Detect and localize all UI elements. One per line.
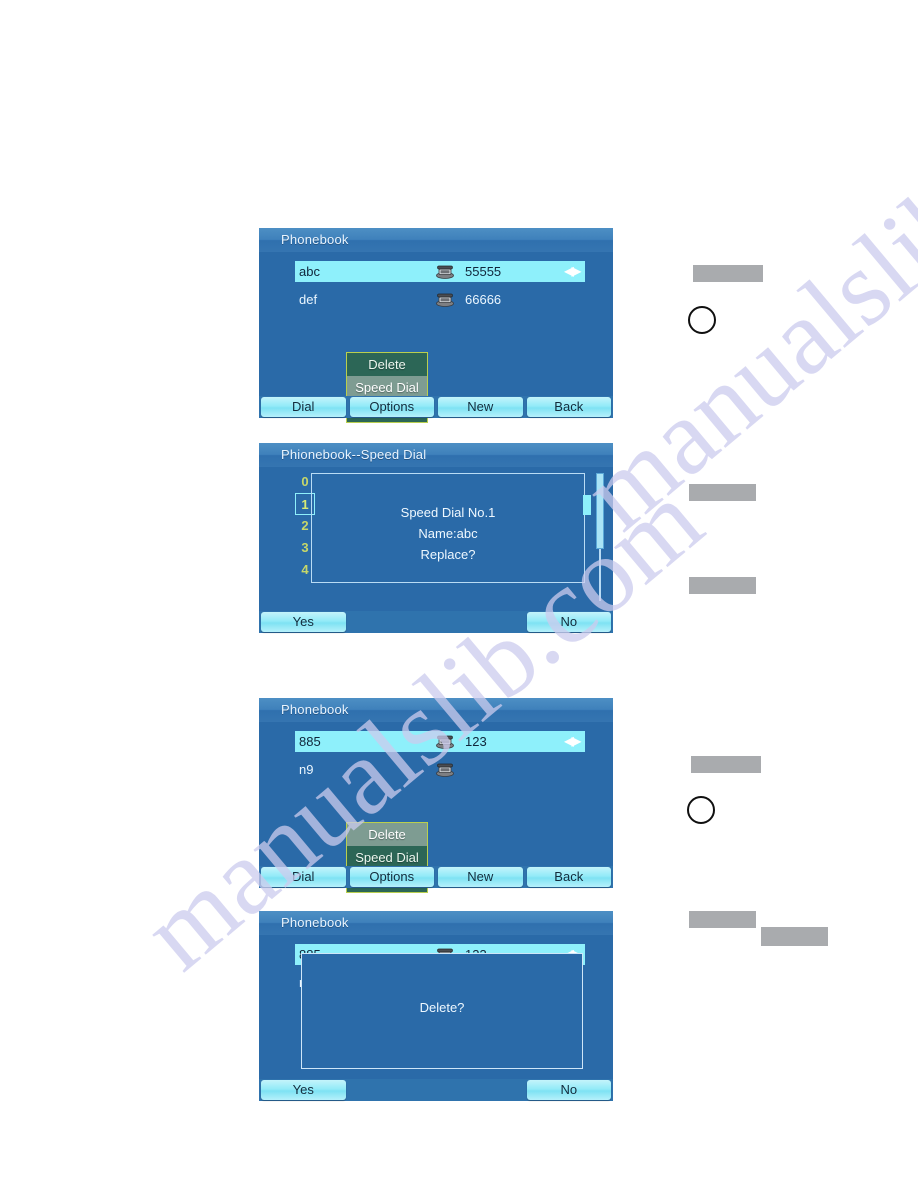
- softkey-dial[interactable]: Dial: [261, 867, 346, 887]
- scroll-position-marker: [583, 495, 591, 515]
- contact-row[interactable]: def 66666: [295, 289, 585, 310]
- phone-screen-phonebook-options-delete: Phonebook 885 123 ◀▶ n9 Delete Speed Dia…: [259, 698, 613, 893]
- speed-dial-dialog: Speed Dial No.1 Name:abc Replace?: [311, 473, 585, 583]
- softkey-options[interactable]: Options: [349, 397, 434, 417]
- softkey-empty: [350, 612, 435, 632]
- screen-title: Phionebook--Speed Dial: [259, 443, 613, 467]
- contact-number: 66666: [465, 292, 502, 307]
- telephone-icon: [435, 734, 455, 749]
- redaction-box-6: [761, 927, 828, 946]
- contact-row[interactable]: 885 123 ◀▶: [295, 731, 585, 752]
- options-item-delete[interactable]: Delete: [347, 353, 427, 376]
- circle-mark-2: [687, 796, 715, 824]
- screen-title: Phonebook: [259, 698, 613, 722]
- telephone-icon: [435, 292, 455, 307]
- softkey-back[interactable]: Back: [526, 397, 611, 417]
- screen-title: Phonebook: [259, 911, 613, 935]
- softkey-no[interactable]: No: [526, 612, 611, 632]
- telephone-icon: [435, 762, 455, 777]
- contact-name: def: [299, 292, 318, 307]
- contact-name: n9: [299, 762, 314, 777]
- redaction-box-1: [693, 265, 763, 282]
- softkey-bar: Yes No: [259, 1079, 613, 1101]
- softkey-yes[interactable]: Yes: [261, 1080, 346, 1100]
- dialog-line-2: Name:abc: [418, 526, 478, 541]
- contact-row[interactable]: abc 55555 ◀▶: [295, 261, 585, 282]
- scrollbar-thumb[interactable]: [596, 473, 604, 549]
- screen-title: Phonebook: [259, 228, 613, 252]
- contact-number: 123: [465, 734, 487, 749]
- phone-screen-delete-confirm: Phonebook 885 123 ◀▶ n9 Delete? Yes: [259, 911, 613, 1101]
- left-right-arrows-icon: ◀▶: [564, 734, 582, 748]
- contact-row[interactable]: n9: [295, 759, 585, 780]
- screen-body: 0 1 2 3 4 Speed Dial No.1 Name:abc Repla…: [259, 467, 613, 611]
- delete-confirm-dialog: Delete?: [301, 953, 583, 1069]
- softkey-empty: [438, 612, 523, 632]
- speed-dial-dialog-text: Speed Dial No.1 Name:abc Replace?: [312, 502, 584, 565]
- contact-name: 885: [299, 734, 321, 749]
- softkey-yes[interactable]: Yes: [261, 612, 346, 632]
- options-item-delete[interactable]: Delete: [347, 823, 427, 846]
- watermark-text: manualslib.com: [561, 20, 918, 553]
- contact-name: abc: [299, 264, 320, 279]
- softkey-dial[interactable]: Dial: [261, 397, 346, 417]
- contact-number: 55555: [465, 264, 502, 279]
- softkey-new[interactable]: New: [438, 397, 523, 417]
- screen-body: 885 123 ◀▶ n9 Delete?: [259, 935, 613, 1079]
- screen-body: abc 55555 ◀▶ def 66666 Delete Speed Dial: [259, 252, 613, 423]
- softkey-bar: Yes No: [259, 611, 613, 633]
- left-right-arrows-icon: ◀▶: [564, 264, 582, 278]
- softkey-new[interactable]: New: [438, 867, 523, 887]
- phone-screen-speed-dial-replace: Phionebook--Speed Dial 0 1 2 3 4 Speed D…: [259, 443, 613, 633]
- softkey-options[interactable]: Options: [349, 867, 434, 887]
- softkey-empty: [350, 1080, 435, 1100]
- screen-body: 885 123 ◀▶ n9 Delete Speed Dial: [259, 722, 613, 893]
- dialog-line-3: Replace?: [420, 547, 476, 562]
- phone-screen-phonebook-options: Phonebook abc 55555 ◀▶ def 66666 Delete …: [259, 228, 613, 423]
- softkey-bar: Dial Options New Back: [259, 396, 613, 418]
- redaction-box-2: [689, 484, 756, 501]
- circle-mark-1: [688, 306, 716, 334]
- softkey-empty: [438, 1080, 523, 1100]
- telephone-icon: [435, 264, 455, 279]
- redaction-box-4: [691, 756, 761, 773]
- redaction-box-3: [689, 577, 756, 594]
- dialog-line-1: Speed Dial No.1: [400, 505, 496, 520]
- vertical-scrollbar[interactable]: [596, 473, 604, 601]
- softkey-back[interactable]: Back: [526, 867, 611, 887]
- softkey-bar: Dial Options New Back: [259, 866, 613, 888]
- redaction-box-5: [689, 911, 756, 928]
- softkey-no[interactable]: No: [526, 1080, 611, 1100]
- delete-confirm-text: Delete?: [419, 1000, 465, 1015]
